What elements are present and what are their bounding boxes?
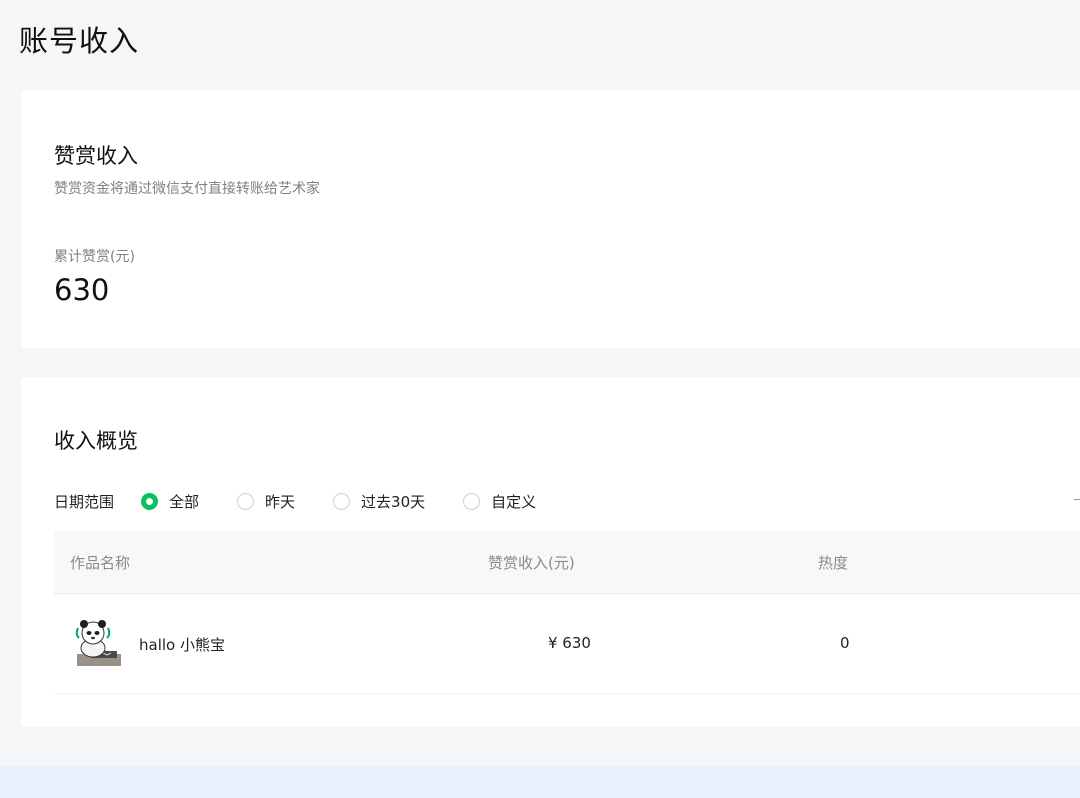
column-header-heat: 热度 [818, 554, 849, 572]
column-header-reward-income: 赞赏收入(元) [488, 554, 575, 572]
total-reward-label: 累计赞赏(元) [54, 249, 135, 265]
account-income-page: 账号收入 赞赏收入 赞赏资金将通过微信支付直接转账给艺术家 累计赞赏(元) 63… [0, 0, 1080, 798]
radio-label: 过去30天 [361, 492, 426, 511]
radio-label: 自定义 [491, 492, 537, 511]
page-title: 账号收入 [19, 24, 140, 58]
bottom-bar [0, 766, 1080, 798]
cropped-control-edge [1074, 499, 1080, 500]
table-row: hallo 小熊宝 ¥ 630 0 [54, 595, 1080, 694]
table-header: 作品名称 赞赏收入(元) 热度 [54, 531, 1080, 594]
radio-unchecked-icon[interactable] [333, 492, 351, 510]
reward-section-title: 赞赏收入 [54, 144, 138, 168]
overview-section-title: 收入概览 [54, 429, 138, 453]
total-reward-value: 630 [54, 273, 110, 307]
radio-option-last-30-days[interactable]: 过去30天 [333, 491, 425, 512]
radio-option-all[interactable]: 全部 [141, 491, 199, 512]
reward-income-value: ¥ 630 [548, 634, 591, 652]
date-range-label: 日期范围 [54, 492, 115, 511]
panda-sticker-thumbnail [73, 618, 123, 668]
income-overview-card: 收入概览 日期范围 全部 昨天 过去30天 自定义 作品名称 赞赏收入(元) 热… [21, 377, 1080, 727]
radio-option-yesterday[interactable]: 昨天 [237, 491, 295, 512]
radio-unchecked-icon[interactable] [463, 492, 481, 510]
radio-option-custom[interactable]: 自定义 [463, 491, 536, 512]
radio-label: 全部 [169, 492, 200, 511]
reward-income-card: 赞赏收入 赞赏资金将通过微信支付直接转账给艺术家 累计赞赏(元) 630 [21, 90, 1080, 348]
date-range-filter: 日期范围 全部 昨天 过去30天 自定义 [54, 489, 1080, 513]
reward-description: 赞赏资金将通过微信支付直接转账给艺术家 [54, 181, 320, 197]
work-name[interactable]: hallo 小熊宝 [139, 634, 225, 655]
column-header-work-name: 作品名称 [70, 554, 131, 572]
heat-value: 0 [840, 634, 850, 652]
radio-checked-icon[interactable] [141, 492, 159, 510]
radio-label: 昨天 [265, 492, 296, 511]
radio-unchecked-icon[interactable] [237, 492, 255, 510]
